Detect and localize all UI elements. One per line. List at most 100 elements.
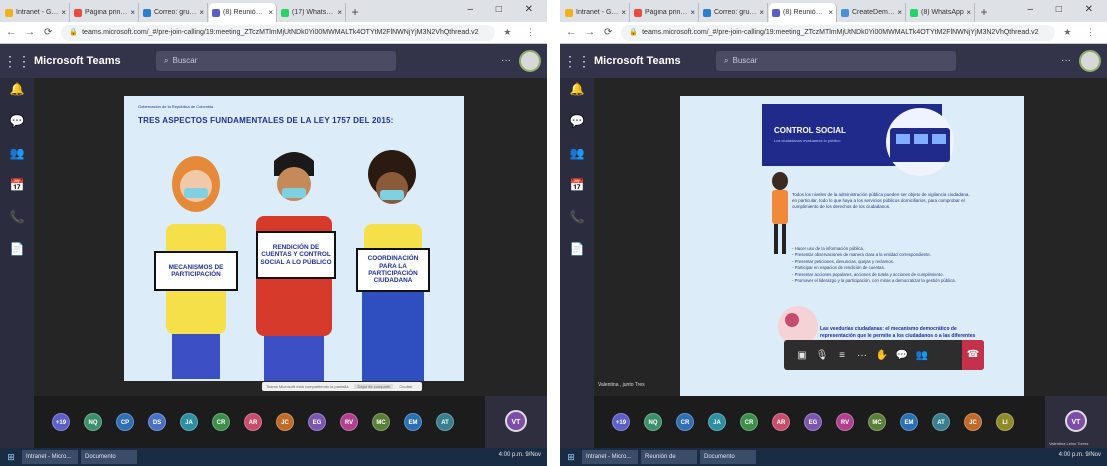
- tab-close-icon[interactable]: ×: [897, 8, 902, 17]
- rail-files[interactable]: 📄: [560, 238, 594, 270]
- participant-avatar[interactable]: EG: [804, 413, 822, 431]
- new-tab-button[interactable]: +: [976, 3, 992, 22]
- more-icon[interactable]: ···: [852, 350, 872, 361]
- participant-avatar[interactable]: CR: [212, 413, 230, 431]
- camera-icon[interactable]: ▣: [792, 350, 812, 361]
- participant-avatar[interactable]: EM: [404, 413, 422, 431]
- hang-up-button[interactable]: ☎: [962, 340, 984, 370]
- participant-avatar[interactable]: AR: [244, 413, 262, 431]
- participant-avatar[interactable]: DS: [148, 413, 166, 431]
- more-options-icon[interactable]: ···: [1061, 55, 1071, 66]
- participant-avatar[interactable]: CP: [116, 413, 134, 431]
- taskbar-item[interactable]: Documento: [81, 450, 137, 464]
- rail-teams[interactable]: 👥: [560, 142, 594, 174]
- share-icon[interactable]: ≡: [832, 350, 852, 361]
- tab-close-icon[interactable]: ×: [337, 8, 342, 17]
- participant-avatar[interactable]: JC: [276, 413, 294, 431]
- participant-avatar[interactable]: CR: [676, 413, 694, 431]
- forward-icon[interactable]: →: [25, 27, 35, 38]
- window-controls[interactable]: – □ ✕: [467, 4, 543, 15]
- raise-hand-icon[interactable]: ✋: [872, 350, 892, 361]
- reload-icon[interactable]: ⟳: [44, 27, 52, 38]
- tab-close-icon[interactable]: ×: [690, 8, 695, 17]
- mic-icon[interactable]: 🎙: [812, 350, 832, 361]
- app-launcher-icon[interactable]: ⋮⋮: [0, 53, 34, 70]
- browser-tab[interactable]: (17) WhatsApp ×: [278, 3, 346, 22]
- browser-tab[interactable]: CreateDemo Sobre×: [838, 3, 906, 22]
- user-avatar[interactable]: [519, 50, 541, 72]
- more-options-icon[interactable]: ···: [501, 55, 511, 66]
- taskbar-item[interactable]: Intranet - Micro...: [22, 450, 78, 464]
- participant-avatar[interactable]: AT: [932, 413, 950, 431]
- rail-chat[interactable]: 💬: [0, 110, 34, 142]
- tab-close-icon[interactable]: ×: [966, 8, 971, 17]
- rail-calls[interactable]: 📞: [560, 206, 594, 238]
- forward-icon[interactable]: →: [585, 27, 595, 38]
- self-video-tile[interactable]: VT: [485, 396, 547, 448]
- back-icon[interactable]: ←: [6, 27, 16, 38]
- participant-avatar[interactable]: CR: [740, 413, 758, 431]
- browser-tab[interactable]: Página principal de×: [631, 3, 699, 22]
- tab-close-icon[interactable]: ×: [199, 8, 204, 17]
- tab-close-icon[interactable]: ×: [621, 8, 626, 17]
- browser-tab[interactable]: Correo: grupojuvent×: [700, 3, 768, 22]
- browser-tab[interactable]: Intranet - Gobernación de S×: [2, 3, 70, 22]
- url-field[interactable]: 🔒 teams.microsoft.com/_#/pre-join-calling…: [61, 24, 496, 41]
- taskbar-item[interactable]: Reunión de: [641, 450, 697, 464]
- participant-avatar[interactable]: MC: [868, 413, 886, 431]
- participant-avatar[interactable]: AR: [772, 413, 790, 431]
- participant-avatar[interactable]: EM: [900, 413, 918, 431]
- window-controls[interactable]: – □ ✕: [1027, 4, 1103, 15]
- participant-avatar[interactable]: EG: [308, 413, 326, 431]
- taskbar-item[interactable]: Intranet - Micro...: [582, 450, 638, 464]
- start-icon[interactable]: ⊞: [564, 450, 578, 464]
- tab-close-icon[interactable]: ×: [130, 8, 135, 17]
- participant-avatar[interactable]: NQ: [644, 413, 662, 431]
- rail-activity[interactable]: 🔔: [560, 78, 594, 110]
- chat-icon[interactable]: 💬: [892, 350, 912, 361]
- more-participants-count[interactable]: +19: [612, 413, 630, 431]
- tab-close-icon[interactable]: ×: [61, 8, 66, 17]
- tab-close-icon[interactable]: ×: [268, 8, 273, 17]
- participant-avatar[interactable]: MC: [372, 413, 390, 431]
- browser-tab[interactable]: Intranet - Gobernació×: [562, 3, 630, 22]
- participants-icon[interactable]: 👥: [912, 350, 932, 361]
- rail-calls[interactable]: 📞: [0, 206, 34, 238]
- hide-button[interactable]: Ocultar: [399, 384, 412, 389]
- browser-tab[interactable]: Correo: grupojuventudes - O×: [140, 3, 208, 22]
- stop-sharing-button[interactable]: Dejar de compartir: [354, 384, 394, 389]
- rail-chat[interactable]: 💬: [560, 110, 594, 142]
- participant-avatar[interactable]: RV: [340, 413, 358, 431]
- url-field[interactable]: 🔒 teams.microsoft.com/_#/pre-join-calling…: [621, 24, 1056, 41]
- browser-tab[interactable]: (8) WhatsApp ×: [907, 3, 975, 22]
- rail-activity[interactable]: 🔔: [0, 78, 34, 110]
- browser-tab[interactable]: (8) Reunión de ×: [769, 3, 837, 22]
- back-icon[interactable]: ←: [566, 27, 576, 38]
- rail-calendar[interactable]: 📅: [560, 174, 594, 206]
- start-icon[interactable]: ⊞: [4, 450, 18, 464]
- rail-teams[interactable]: 👥: [0, 142, 34, 174]
- rail-calendar[interactable]: 📅: [0, 174, 34, 206]
- tab-close-icon[interactable]: ×: [759, 8, 764, 17]
- participant-avatar[interactable]: JA: [180, 413, 198, 431]
- browser-tab[interactable]: Página principal de Microsof×: [71, 3, 139, 22]
- rail-files[interactable]: 📄: [0, 238, 34, 270]
- participant-avatar[interactable]: JC: [964, 413, 982, 431]
- reload-icon[interactable]: ⟳: [604, 27, 612, 38]
- user-avatar[interactable]: [1079, 50, 1101, 72]
- participant-avatar[interactable]: NQ: [84, 413, 102, 431]
- more-participants-count[interactable]: +19: [52, 413, 70, 431]
- tab-close-icon[interactable]: ×: [828, 8, 833, 17]
- participant-avatar[interactable]: LI: [996, 413, 1014, 431]
- search-input[interactable]: ⌕ Buscar: [156, 51, 396, 71]
- participant-avatar[interactable]: JA: [708, 413, 726, 431]
- participant-avatar[interactable]: AT: [436, 413, 454, 431]
- app-launcher-icon[interactable]: ⋮⋮: [560, 53, 594, 70]
- participant-avatar[interactable]: RV: [836, 413, 854, 431]
- browser-tab[interactable]: (8) Reunión | Microsoft×: [209, 3, 277, 22]
- new-tab-button[interactable]: +: [347, 3, 363, 22]
- bookmark-star-icon[interactable]: ★ ⋮: [1063, 27, 1101, 38]
- search-input[interactable]: ⌕ Buscar: [716, 51, 956, 71]
- bookmark-star-icon[interactable]: ★ ⋮: [503, 27, 541, 38]
- self-video-tile[interactable]: VT Valentina Leino Torres: [1045, 396, 1107, 448]
